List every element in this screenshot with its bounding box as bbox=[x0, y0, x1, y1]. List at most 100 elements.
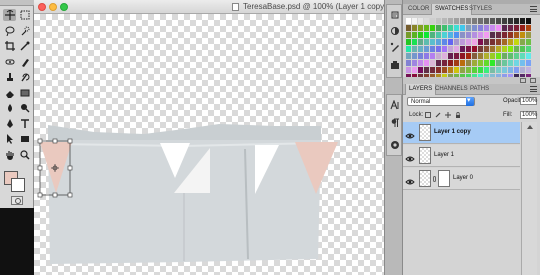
zoom-icon[interactable] bbox=[18, 149, 31, 161]
swatch-cell[interactable] bbox=[526, 46, 531, 52]
swatch-cell[interactable] bbox=[406, 46, 411, 52]
swatch-cell[interactable] bbox=[514, 67, 519, 73]
swatch-cell[interactable] bbox=[406, 67, 411, 73]
swatch-cell[interactable] bbox=[442, 18, 447, 24]
swatch-cell[interactable] bbox=[418, 25, 423, 31]
swatch-cell[interactable] bbox=[526, 67, 531, 73]
swatch-cell[interactable] bbox=[460, 46, 465, 52]
swatch-cell[interactable] bbox=[502, 60, 507, 66]
swatch-cell[interactable] bbox=[496, 46, 501, 52]
canvas[interactable] bbox=[34, 14, 384, 275]
swatch-cell[interactable] bbox=[448, 25, 453, 31]
swatch-cell[interactable] bbox=[424, 18, 429, 24]
swatch-cell[interactable] bbox=[514, 32, 519, 38]
eye-icon[interactable] bbox=[405, 174, 415, 185]
brush-presets-icon[interactable] bbox=[389, 41, 400, 52]
quick-mask-button[interactable] bbox=[11, 196, 23, 205]
swatch-cell[interactable] bbox=[496, 32, 501, 38]
swatch-cell[interactable] bbox=[472, 60, 477, 66]
swatch-cell[interactable] bbox=[430, 18, 435, 24]
swatch-cell[interactable] bbox=[412, 25, 417, 31]
swatch-cell[interactable] bbox=[466, 60, 471, 66]
swatch-cell[interactable] bbox=[526, 39, 531, 45]
layer-row-layer-1[interactable]: Layer 1 bbox=[403, 145, 520, 167]
swatch-cell[interactable] bbox=[436, 39, 441, 45]
swatch-cell[interactable] bbox=[490, 18, 495, 24]
swatch-cell[interactable] bbox=[466, 39, 471, 45]
swatch-cell[interactable] bbox=[430, 46, 435, 52]
clone-source-icon[interactable] bbox=[389, 59, 400, 70]
swatch-cell[interactable] bbox=[496, 25, 501, 31]
swatch-cell[interactable] bbox=[460, 53, 465, 59]
swatch-cell[interactable] bbox=[418, 67, 423, 73]
swatch-cell[interactable] bbox=[448, 39, 453, 45]
hand-icon[interactable] bbox=[3, 149, 16, 161]
swatch-cell[interactable] bbox=[406, 25, 411, 31]
swatch-cell[interactable] bbox=[478, 32, 483, 38]
swatch-cell[interactable] bbox=[466, 32, 471, 38]
swatch-cell[interactable] bbox=[412, 39, 417, 45]
swatch-cell[interactable] bbox=[430, 39, 435, 45]
swatch-cell[interactable] bbox=[430, 32, 435, 38]
swatch-cell[interactable] bbox=[454, 60, 459, 66]
swatch-cell[interactable] bbox=[508, 25, 513, 31]
swatch-cell[interactable] bbox=[490, 53, 495, 59]
swatch-cell[interactable] bbox=[430, 53, 435, 59]
background-color-swatch[interactable] bbox=[11, 178, 25, 192]
crop-icon[interactable] bbox=[3, 40, 16, 52]
swatch-cell[interactable] bbox=[460, 25, 465, 31]
swatch-cell[interactable] bbox=[454, 67, 459, 73]
tab-color[interactable]: COLOR bbox=[405, 4, 432, 15]
swatch-cell[interactable] bbox=[484, 18, 489, 24]
swatch-cell[interactable] bbox=[412, 18, 417, 24]
swatch-cell[interactable] bbox=[502, 32, 507, 38]
swatch-cell[interactable] bbox=[526, 18, 531, 24]
blur-icon[interactable] bbox=[3, 102, 16, 114]
swatch-cell[interactable] bbox=[508, 18, 513, 24]
tools-panel-header[interactable] bbox=[0, 0, 34, 6]
adjustments-icon[interactable] bbox=[389, 25, 400, 36]
swatch-cell[interactable] bbox=[460, 32, 465, 38]
swatch-cell[interactable] bbox=[478, 53, 483, 59]
swatch-cell[interactable] bbox=[484, 67, 489, 73]
swatch-cell[interactable] bbox=[454, 46, 459, 52]
swatch-cell[interactable] bbox=[436, 18, 441, 24]
swatch-cell[interactable] bbox=[508, 67, 513, 73]
swatch-cell[interactable] bbox=[508, 32, 513, 38]
lasso-icon[interactable] bbox=[3, 25, 16, 37]
shape-icon[interactable] bbox=[18, 133, 31, 145]
swatch-cell[interactable] bbox=[424, 53, 429, 59]
eye-icon[interactable] bbox=[405, 128, 415, 139]
swatch-cell[interactable] bbox=[478, 67, 483, 73]
swatch-cell[interactable] bbox=[508, 39, 513, 45]
document-titlebar[interactable]: TeresaBase.psd @ 100% (Layer 1 copy bbox=[34, 0, 384, 14]
close-window-button[interactable] bbox=[38, 3, 46, 11]
tab-styles[interactable]: STYLES bbox=[466, 4, 495, 15]
lock-all-icon[interactable] bbox=[455, 112, 461, 118]
swatch-cell[interactable] bbox=[472, 39, 477, 45]
swatch-cell[interactable] bbox=[502, 39, 507, 45]
swatch-cell[interactable] bbox=[520, 60, 525, 66]
swatch-cell[interactable] bbox=[448, 67, 453, 73]
swatch-cell[interactable] bbox=[424, 46, 429, 52]
swatch-cell[interactable] bbox=[526, 32, 531, 38]
swatch-cell[interactable] bbox=[448, 18, 453, 24]
swatch-cell[interactable] bbox=[502, 46, 507, 52]
swatch-cell[interactable] bbox=[412, 67, 417, 73]
swatch-cell[interactable] bbox=[436, 67, 441, 73]
mask-link-icon[interactable] bbox=[433, 176, 436, 182]
tab-paths[interactable]: PATHS bbox=[467, 84, 492, 95]
swatch-cell[interactable] bbox=[412, 53, 417, 59]
gradient-icon[interactable] bbox=[18, 87, 31, 99]
swatch-cell[interactable] bbox=[490, 46, 495, 52]
swatch-cell[interactable] bbox=[412, 60, 417, 66]
swatch-cell[interactable] bbox=[478, 25, 483, 31]
swatch-cell[interactable] bbox=[424, 39, 429, 45]
swatch-cell[interactable] bbox=[466, 67, 471, 73]
swatch-cell[interactable] bbox=[436, 53, 441, 59]
opacity-input[interactable]: 100% bbox=[520, 97, 537, 105]
swatch-cell[interactable] bbox=[412, 46, 417, 52]
dodge-icon[interactable] bbox=[18, 102, 31, 114]
swatch-cell[interactable] bbox=[460, 67, 465, 73]
swatch-cell[interactable] bbox=[424, 67, 429, 73]
